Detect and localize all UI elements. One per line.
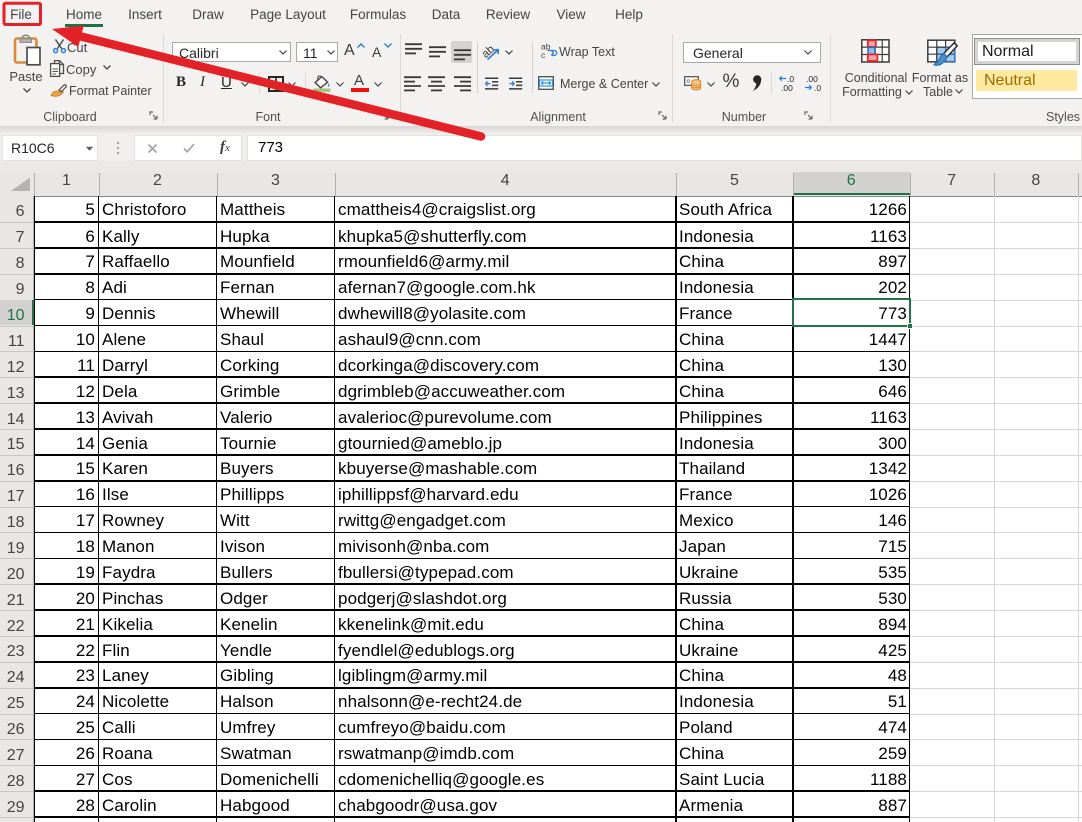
svg-text:¤: ¤ bbox=[686, 79, 690, 86]
svg-text:.00: .00 bbox=[781, 83, 793, 93]
svg-text:.0: .0 bbox=[814, 83, 821, 93]
